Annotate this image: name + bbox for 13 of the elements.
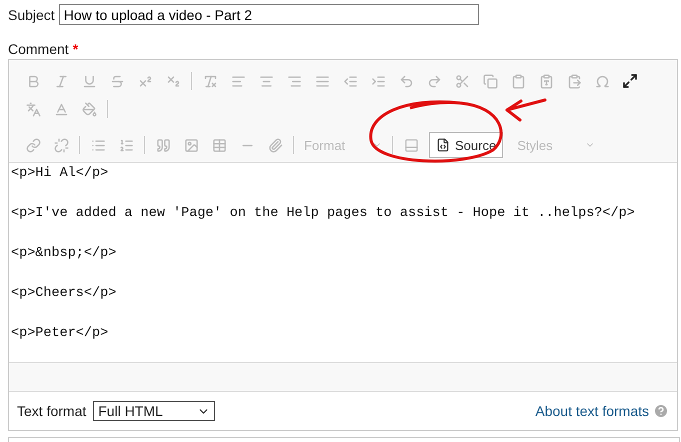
text-format-select[interactable]: Full HTML (93, 401, 216, 421)
show-blocks-icon[interactable] (404, 138, 418, 152)
comment-label: Comment (8, 41, 69, 57)
help-icon (653, 403, 669, 419)
subject-label: Subject (8, 6, 55, 22)
source-icon (436, 138, 450, 152)
text-format-label: Text format (17, 403, 86, 419)
source-textarea[interactable]: <p>Hi Al</p> <p>I've added a new 'Page' on the Help pages to assist - Hope it ..helps?</p> <p>&nbsp;</p> <p>Cheers</p> <p>Peter</p> (9, 163, 677, 363)
subject-field[interactable]: How to upload a video - Part 2 (58, 4, 479, 25)
maximize-icon[interactable] (622, 73, 638, 89)
hand-drawn-arrow (506, 98, 546, 122)
required-mark: * (72, 41, 78, 57)
about-text-formats-link[interactable]: About text formats (535, 403, 649, 419)
